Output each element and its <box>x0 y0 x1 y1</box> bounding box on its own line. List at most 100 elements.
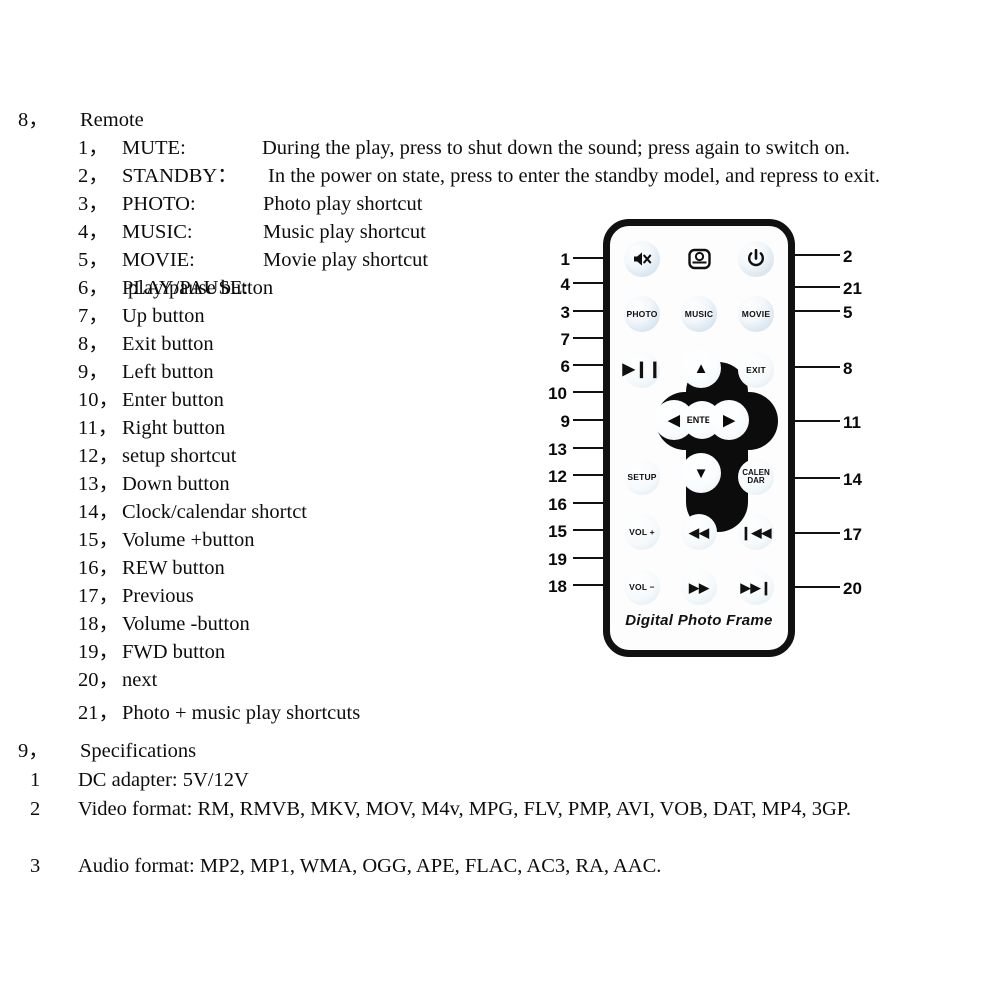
list-item-desc: Clock/calendar shortct <box>122 501 308 523</box>
callout-number-14: 14 <box>843 470 862 489</box>
list-item-desc: Exit button <box>122 333 214 355</box>
list-item: 17， Previous <box>78 586 194 607</box>
setup-button[interactable]: SETUP <box>624 459 660 495</box>
next-button[interactable]: ▶▶❙ <box>738 569 774 605</box>
list-item: 14， Clock/calendar shortct <box>78 502 307 523</box>
callout-number-3: 3 <box>560 303 570 322</box>
list-item-desc: Volume +button <box>122 529 255 551</box>
movie-button[interactable]: MOVIE <box>738 296 774 332</box>
rewind-button[interactable]: ◀◀ <box>681 514 717 550</box>
previous-button[interactable]: ❙◀◀ <box>738 514 774 550</box>
forward-label: ▶▶ <box>689 579 709 595</box>
list-item-desc: REW button <box>122 557 225 579</box>
callout-number-10: 10 <box>548 384 567 403</box>
volume-down-label: VOL − <box>629 582 655 592</box>
list-item: 2， STANDBY： In the power on state, press… <box>78 166 880 187</box>
exit-button[interactable]: EXIT <box>738 352 774 388</box>
list-item: 21， Photo + music play shortcuts <box>78 703 360 724</box>
list-item: 5， MOVIE: Movie play shortcut <box>78 250 428 271</box>
down-button[interactable]: ▼ <box>681 453 721 493</box>
callout-number-1: 1 <box>560 250 570 269</box>
list-item-index: 10， <box>78 389 119 411</box>
play-pause-label: ▶❙❙ <box>622 361 662 378</box>
power-button[interactable] <box>738 241 774 277</box>
callout-number-18: 18 <box>548 577 567 596</box>
previous-label: ❙◀◀ <box>740 524 772 540</box>
volume-up-button[interactable]: VOL + <box>624 514 660 550</box>
list-item-index: 8， <box>78 333 109 355</box>
callout-number-20: 20 <box>843 579 862 598</box>
list-item: 7， Up button <box>78 306 205 327</box>
rewind-label: ◀◀ <box>689 524 709 540</box>
spec-desc: Audio format: MP2, MP1, WMA, OGG, APE, F… <box>78 855 662 877</box>
list-item-desc: During the play, press to shut down the … <box>262 137 850 159</box>
play-pause-button[interactable]: ▶❙❙ <box>622 352 662 388</box>
list-item: 8， Exit button <box>78 334 214 355</box>
left-button-label: ◀ <box>668 412 680 429</box>
spec-index: 2 <box>30 798 41 820</box>
list-item-desc: Photo play shortcut <box>263 193 423 215</box>
list-item-index: 15， <box>78 529 119 551</box>
list-item-desc: play/pause button <box>128 277 274 299</box>
list-item-index: 9， <box>78 361 109 383</box>
list-item: 11， Right button <box>78 418 225 439</box>
mute-button[interactable] <box>624 241 660 277</box>
list-item-index: 3， <box>78 193 109 215</box>
list-item-index: 1， <box>78 137 109 159</box>
list-item: 6， PLAY/PAUSE: play/pause button <box>78 277 274 299</box>
down-button-label: ▼ <box>693 464 709 482</box>
list-item-desc: Right button <box>122 417 226 439</box>
list-item: 12， setup shortcut <box>78 446 236 467</box>
list-item-index: 20， <box>78 669 119 691</box>
list-item-index: 14， <box>78 501 119 523</box>
list-item: 13， Down button <box>78 474 230 495</box>
photo-button[interactable]: PHOTO <box>624 296 660 332</box>
list-item-index: 17， <box>78 585 119 607</box>
list-item-index: 16， <box>78 557 119 579</box>
up-button[interactable]: ▲ <box>681 348 721 388</box>
list-item: 10， Enter button <box>78 390 224 411</box>
list-item-desc: Photo + music play shortcuts <box>122 702 361 724</box>
list-item-label: PHOTO: <box>122 193 196 215</box>
list-item-label: MOVIE: <box>122 249 195 271</box>
list-item-index: 4， <box>78 221 109 243</box>
list-item: 1， MUTE: During the play, press to shut … <box>78 138 850 159</box>
list-item-label: MUTE: <box>122 137 186 159</box>
list-item: 3， PHOTO: Photo play shortcut <box>78 194 422 215</box>
photo-music-button[interactable] <box>681 241 717 277</box>
list-item-index: 12， <box>78 445 119 467</box>
spec-index: 1 <box>30 769 41 791</box>
callout-number-9: 9 <box>560 412 570 431</box>
forward-button[interactable]: ▶▶ <box>681 569 717 605</box>
section-heading-specifications: 9， Specifications <box>18 741 196 762</box>
list-item: 19， FWD button <box>78 642 225 663</box>
calendar-button[interactable]: CALEN DAR <box>738 459 774 495</box>
remote-control-diagram: PHOTO MUSIC MOVIE ▶❙❙ EXIT ▲ ◀ ENTER ▶ ▼… <box>540 210 870 660</box>
list-item-index: 13， <box>78 473 119 495</box>
list-item-desc: setup shortcut <box>122 445 237 467</box>
callout-number-5: 5 <box>843 303 853 322</box>
right-button[interactable]: ▶ <box>709 400 749 440</box>
spec-row: 1 DC adapter: 5V/12V <box>30 770 249 791</box>
list-item-desc: In the power on state, press to enter th… <box>268 165 880 187</box>
spec-row: 2 Video format: RM, RMVB, MKV, MOV, M4v,… <box>30 799 851 820</box>
spec-row: 3 Audio format: MP2, MP1, WMA, OGG, APE,… <box>30 856 661 877</box>
volume-down-button[interactable]: VOL − <box>624 569 660 605</box>
photo-button-label: PHOTO <box>626 309 658 319</box>
music-button[interactable]: MUSIC <box>681 296 717 332</box>
list-item: 16， REW button <box>78 558 225 579</box>
up-button-label: ▲ <box>693 359 709 377</box>
list-item-index: 11， <box>78 417 119 439</box>
list-item-desc: Up button <box>122 305 205 327</box>
list-item-index: 5， <box>78 249 109 271</box>
section-title: Specifications <box>80 740 197 762</box>
callout-number-19: 19 <box>548 550 567 569</box>
setup-button-label: SETUP <box>627 472 657 482</box>
list-item: 15， Volume +button <box>78 530 254 551</box>
section-heading-remote: 8， Remote <box>18 110 144 131</box>
callout-number-4: 4 <box>560 275 570 294</box>
callout-number-12: 12 <box>548 467 567 486</box>
list-item-desc: Volume -button <box>122 613 250 635</box>
list-item-label: STANDBY： <box>122 165 238 187</box>
list-item-desc: Previous <box>122 585 194 607</box>
